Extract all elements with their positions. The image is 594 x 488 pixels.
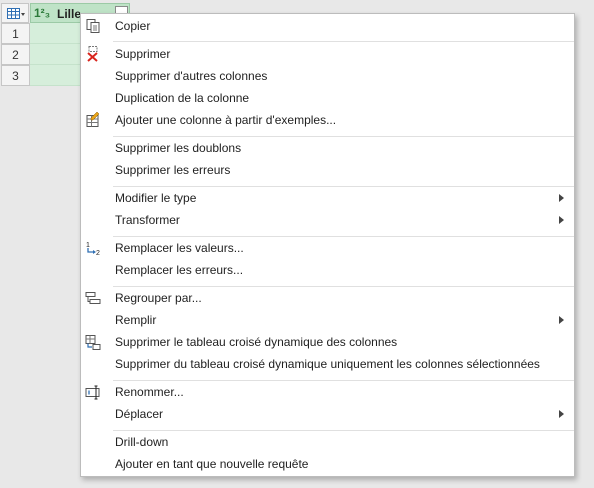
- remove-column-icon: [87, 46, 98, 62]
- menu-item-label: Supprimer les doublons: [115, 141, 242, 155]
- menu-item-nouvelle-requete[interactable]: Ajouter en tant que nouvelle requête: [81, 453, 574, 475]
- submenu-arrow-icon: [559, 410, 564, 418]
- menu-item-unpivot-selection[interactable]: Supprimer du tableau croisé dynamique un…: [81, 353, 574, 375]
- menu-item-modifier-type[interactable]: Modifier le type: [81, 187, 574, 209]
- menu-item-label: Regrouper par...: [115, 291, 202, 305]
- whole-number-type-icon[interactable]: 1²₃: [34, 6, 50, 20]
- group-by-icon: [85, 292, 101, 304]
- menu-item-label: Ajouter une colonne à partir d'exemples.…: [115, 113, 337, 127]
- submenu-arrow-icon: [559, 316, 564, 324]
- menu-item-label: Renommer...: [115, 385, 184, 399]
- menu-item-label: Remplacer les erreurs...: [115, 263, 244, 277]
- row-number[interactable]: 2: [1, 44, 30, 65]
- unpivot-icon: [85, 335, 101, 350]
- menu-item-supprimer[interactable]: Supprimer: [81, 43, 574, 65]
- column-name: Lille: [57, 7, 82, 21]
- submenu-arrow-icon: [559, 194, 564, 202]
- menu-item-duplication-colonne[interactable]: Duplication de la colonne: [81, 87, 574, 109]
- menu-item-label: Supprimer du tableau croisé dynamique un…: [115, 357, 540, 371]
- menu-item-regrouper-par[interactable]: Regrouper par...: [81, 287, 574, 309]
- menu-item-transformer[interactable]: Transformer: [81, 209, 574, 231]
- menu-item-label: Remplir: [115, 313, 157, 327]
- menu-item-label: Supprimer d'autres colonnes: [115, 69, 268, 83]
- replace-values-icon: 1 2: [86, 242, 100, 256]
- submenu-arrow-icon: [559, 216, 564, 224]
- row-number[interactable]: 3: [1, 65, 30, 86]
- menu-item-label: Supprimer les erreurs: [115, 163, 231, 177]
- copy-icon: [86, 19, 100, 33]
- menu-item-label: Ajouter en tant que nouvelle requête: [115, 457, 309, 471]
- rename-icon: [85, 385, 100, 400]
- svg-text:1: 1: [86, 242, 90, 249]
- menu-item-label: Drill-down: [115, 435, 169, 449]
- menu-item-renommer[interactable]: Renommer...: [81, 381, 574, 403]
- menu-separator: [113, 41, 574, 42]
- menu-item-supprimer-erreurs[interactable]: Supprimer les erreurs: [81, 159, 574, 181]
- row-number[interactable]: 1: [1, 23, 30, 44]
- menu-item-label: Transformer: [115, 213, 180, 227]
- svg-text:2: 2: [96, 250, 100, 256]
- menu-item-remplacer-valeurs[interactable]: 1 2 Remplacer les valeurs...: [81, 237, 574, 259]
- menu-item-unpivot-colonnes[interactable]: Supprimer le tableau croisé dynamique de…: [81, 331, 574, 353]
- column-from-examples-icon: [86, 112, 100, 127]
- column-context-menu: Copier Supprimer Supprimer d'autres colo…: [80, 13, 575, 477]
- menu-item-copier[interactable]: Copier: [81, 15, 574, 37]
- menu-item-label: Modifier le type: [115, 191, 197, 205]
- menu-item-label: Supprimer le tableau croisé dynamique de…: [115, 335, 398, 349]
- menu-item-colonne-exemples[interactable]: Ajouter une colonne à partir d'exemples.…: [81, 109, 574, 131]
- menu-item-deplacer[interactable]: Déplacer: [81, 403, 574, 425]
- table-menu-button[interactable]: [1, 3, 29, 23]
- menu-item-supprimer-doublons[interactable]: Supprimer les doublons: [81, 137, 574, 159]
- menu-item-label: Déplacer: [115, 407, 164, 421]
- table-icon: [7, 8, 25, 19]
- menu-item-remplacer-erreurs[interactable]: Remplacer les erreurs...: [81, 259, 574, 281]
- menu-item-label: Duplication de la colonne: [115, 91, 250, 105]
- menu-item-label: Remplacer les valeurs...: [115, 241, 244, 255]
- menu-item-supprimer-autres-colonnes[interactable]: Supprimer d'autres colonnes: [81, 65, 574, 87]
- menu-item-label: Supprimer: [115, 47, 171, 61]
- menu-item-remplir[interactable]: Remplir: [81, 309, 574, 331]
- menu-item-drill-down[interactable]: Drill-down: [81, 431, 574, 453]
- menu-item-label: Copier: [115, 19, 151, 33]
